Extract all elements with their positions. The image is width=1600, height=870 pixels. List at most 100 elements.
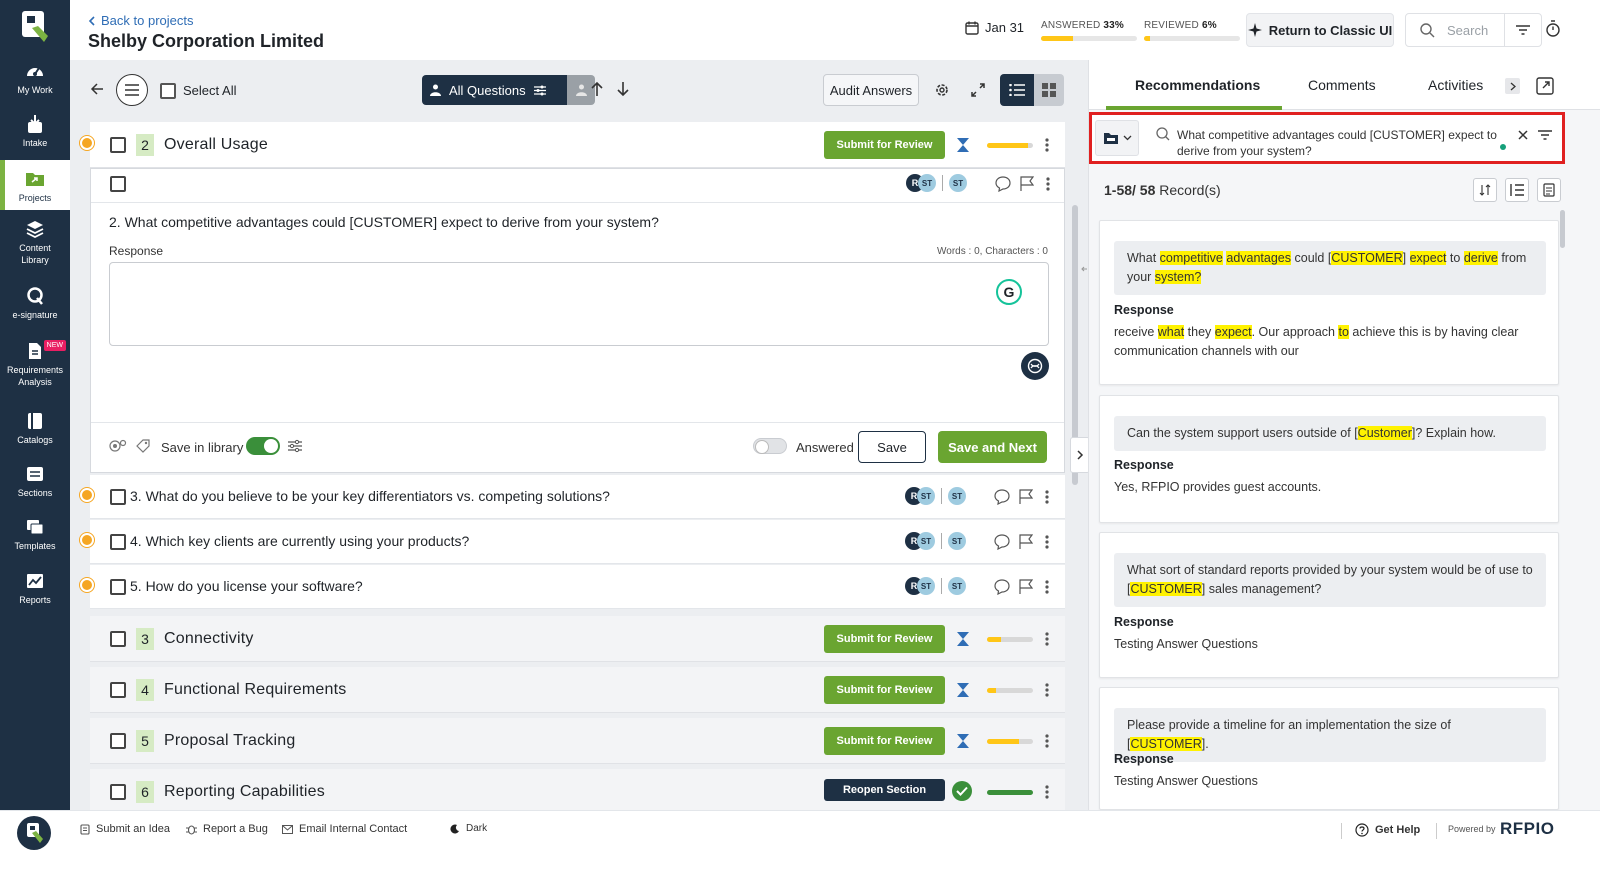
recommendation-card[interactable]: What competitive advantages could [CUSTO…: [1099, 220, 1559, 385]
recommendation-search-input[interactable]: What competitive advantages could [CUSTO…: [1177, 127, 1507, 159]
due-date[interactable]: Jan 31: [965, 20, 1024, 35]
submit-for-review-button[interactable]: Submit for Review: [824, 131, 945, 159]
back-to-projects-link[interactable]: Back to projects: [88, 13, 194, 28]
tag-icon[interactable]: [136, 439, 150, 453]
nav-item-e-signature[interactable]: e-signature: [0, 285, 70, 321]
submit-for-review-button[interactable]: Submit for Review: [824, 727, 945, 755]
section-header[interactable]: 4 Functional Requirements Submit for Rev…: [90, 667, 1065, 713]
timer-icon[interactable]: [1546, 20, 1560, 38]
clear-search-icon[interactable]: [1518, 130, 1528, 140]
reopen-section-button[interactable]: Reopen Section: [824, 779, 945, 801]
section-header[interactable]: 3 Connectivity Submit for Review: [90, 616, 1065, 662]
comment-icon[interactable]: [994, 489, 1010, 505]
section-checkbox[interactable]: [110, 682, 126, 698]
tab-activities[interactable]: Activities: [1428, 77, 1483, 93]
recommendation-card[interactable]: Can the system support users outside of …: [1099, 395, 1559, 523]
dark-mode-toggle[interactable]: Dark: [450, 823, 487, 834]
submit-for-review-button[interactable]: Submit for Review: [824, 625, 945, 653]
report-bug-link[interactable]: Report a Bug: [186, 823, 268, 835]
save-button[interactable]: Save: [858, 431, 926, 463]
tab-comments[interactable]: Comments: [1308, 77, 1376, 93]
list-view-button[interactable]: [1000, 74, 1034, 106]
comment-icon[interactable]: [994, 579, 1010, 595]
assignees[interactable]: R ST ST: [905, 577, 966, 595]
nav-item-catalogs[interactable]: Catalogs: [0, 410, 70, 446]
more-options-icon[interactable]: [1045, 683, 1049, 697]
question-row[interactable]: 4. Which key clients are currently using…: [80, 520, 1065, 564]
footer-logo[interactable]: [16, 815, 52, 851]
sort-button[interactable]: [1473, 178, 1497, 202]
flag-icon[interactable]: [1019, 534, 1033, 550]
nav-item-my-work[interactable]: My Work: [0, 60, 70, 96]
more-options-icon[interactable]: [1046, 177, 1050, 191]
recommendation-card[interactable]: Please provide a timeline for an impleme…: [1099, 687, 1559, 810]
nav-item-templates[interactable]: Templates: [0, 516, 70, 552]
open-external-icon[interactable]: [1536, 77, 1554, 95]
list-layout-button[interactable]: [1505, 178, 1529, 202]
question-row[interactable]: 5. How do you license your software? R ST…: [80, 565, 1065, 609]
ai-tags-icon[interactable]: [109, 439, 127, 453]
all-questions-filter-button[interactable]: All Questions: [422, 75, 567, 105]
section-header[interactable]: 6 Reporting Capabilities Reopen Section: [90, 769, 1065, 810]
response-editor[interactable]: [109, 262, 1049, 346]
audit-answers-button[interactable]: Audit Answers: [823, 74, 919, 106]
flag-icon[interactable]: [1019, 579, 1033, 595]
arrow-down-icon[interactable]: [616, 81, 630, 97]
more-options-icon[interactable]: [1045, 785, 1049, 799]
get-help-link[interactable]: Get Help: [1355, 823, 1420, 837]
hourglass-icon[interactable]: [956, 733, 970, 749]
hourglass-icon[interactable]: [956, 137, 970, 153]
tab-recommendations[interactable]: Recommendations: [1135, 77, 1260, 93]
email-contact-link[interactable]: Email Internal Contact: [282, 823, 407, 835]
assignees[interactable]: R ST ST: [905, 487, 966, 505]
question-checkbox[interactable]: [110, 176, 126, 192]
settings-gear-icon[interactable]: [934, 82, 950, 98]
question-checkbox[interactable]: [110, 579, 126, 595]
section-header[interactable]: 2 Overall Usage Submit for Review: [80, 122, 1065, 168]
section-checkbox[interactable]: [110, 137, 126, 153]
question-checkbox[interactable]: [110, 489, 126, 505]
hourglass-icon[interactable]: [956, 631, 970, 647]
section-checkbox[interactable]: [110, 733, 126, 749]
comment-icon[interactable]: [995, 176, 1011, 192]
section-checkbox[interactable]: [110, 631, 126, 647]
section-checkbox[interactable]: [110, 784, 126, 800]
search-scope-dropdown[interactable]: [1095, 120, 1139, 156]
header-filter-button[interactable]: [1504, 13, 1542, 47]
flag-icon[interactable]: [1020, 176, 1034, 192]
hourglass-icon[interactable]: [956, 682, 970, 698]
grammarly-icon[interactable]: G: [996, 279, 1022, 305]
tabs-scroll-right-button[interactable]: [1505, 78, 1520, 94]
more-options-icon[interactable]: [1045, 138, 1049, 152]
comment-icon[interactable]: [994, 534, 1010, 550]
library-settings-icon[interactable]: [288, 439, 302, 453]
select-all-checkbox[interactable]: [160, 83, 176, 99]
outline-menu-button[interactable]: [116, 74, 148, 106]
filter-icon[interactable]: [1538, 130, 1552, 140]
save-in-library-toggle[interactable]: [246, 437, 280, 455]
nav-item-projects[interactable]: Projects: [0, 160, 70, 210]
more-options-icon[interactable]: [1045, 734, 1049, 748]
panel-collapse-toggle[interactable]: [1070, 437, 1090, 473]
more-options-icon[interactable]: [1045, 535, 1049, 549]
ai-assist-button[interactable]: [1021, 352, 1049, 380]
more-options-icon[interactable]: [1045, 632, 1049, 646]
assignees[interactable]: R ST ST: [905, 532, 966, 550]
save-and-next-button[interactable]: Save and Next: [938, 431, 1047, 463]
arrow-up-icon[interactable]: [590, 81, 604, 97]
global-search-input[interactable]: Search: [1405, 13, 1505, 47]
app-logo[interactable]: [18, 8, 52, 44]
return-to-classic-ui-button[interactable]: Return to Classic UI: [1246, 13, 1394, 47]
question-checkbox[interactable]: [110, 534, 126, 550]
arrow-left-icon[interactable]: [90, 82, 104, 96]
assignees[interactable]: R ST ST: [906, 174, 967, 192]
nav-item-sections[interactable]: Sections: [0, 463, 70, 499]
recommendation-scrollbar[interactable]: [1560, 210, 1565, 248]
section-header[interactable]: 5 Proposal Tracking Submit for Review: [90, 718, 1065, 764]
nav-item-requirements-analysis[interactable]: NEW Requirements Analysis: [0, 340, 70, 388]
detail-view-button[interactable]: [1537, 178, 1561, 202]
grid-view-button[interactable]: [1034, 74, 1064, 106]
expand-icon[interactable]: [971, 83, 985, 97]
answered-toggle[interactable]: [753, 438, 787, 454]
nav-item-intake[interactable]: Intake: [0, 113, 70, 149]
